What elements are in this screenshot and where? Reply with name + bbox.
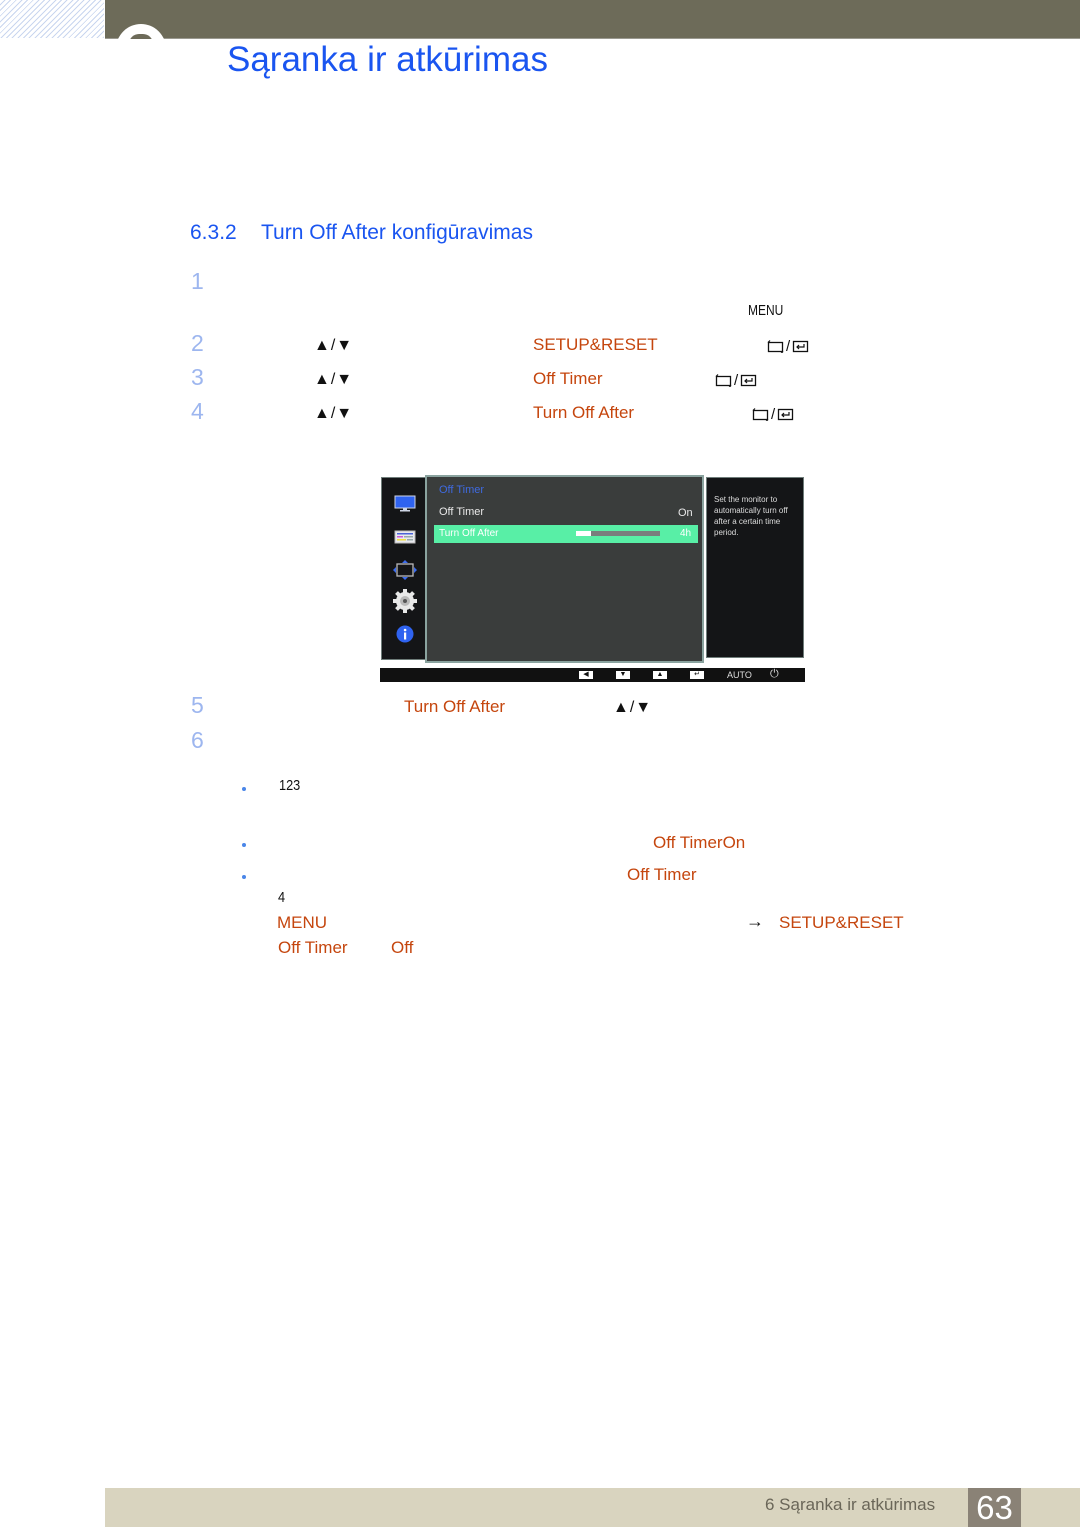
up-down-arrows-icon: ▲/▼ bbox=[314, 371, 354, 388]
osd-row-turn-off-after-label: Turn Off After bbox=[439, 528, 499, 539]
step-number: 2 bbox=[191, 330, 204, 356]
footer-chapter-label: 6 Sąranka ir atkūrimas bbox=[765, 1495, 936, 1514]
slider-fill bbox=[576, 531, 592, 536]
osd-main-panel bbox=[425, 475, 704, 663]
note-bullet bbox=[242, 787, 246, 791]
note-hours: 4 bbox=[278, 889, 286, 906]
page-number: 63 bbox=[968, 1488, 1021, 1527]
enter-icon bbox=[778, 408, 794, 421]
step-number: 4 bbox=[191, 398, 204, 424]
osd-help-text: Set the monitor to automatically turn of… bbox=[714, 495, 788, 537]
position-icon bbox=[393, 560, 417, 580]
header-bar bbox=[105, 0, 1080, 38]
setup-gear-icon bbox=[393, 589, 417, 613]
note-off-timer: Off Timer bbox=[278, 938, 348, 957]
onscreen-display-icon bbox=[394, 530, 416, 544]
osd-sidebar bbox=[381, 477, 428, 660]
section-number: 6.3.2 bbox=[190, 221, 237, 244]
note-setup-reset: SETUP&RESET bbox=[779, 913, 904, 932]
step-number: 5 bbox=[191, 692, 204, 718]
note-menu: MENU bbox=[277, 913, 328, 932]
source-enter-buttons: / bbox=[767, 338, 809, 355]
menu-item-turn-off-after: Turn Off After bbox=[533, 403, 635, 422]
source-icon bbox=[752, 408, 769, 421]
step-number: 1 bbox=[191, 268, 204, 294]
osd-menu-heading: Off Timer bbox=[439, 484, 485, 496]
header-divider bbox=[105, 38, 1080, 39]
osd-row-turn-off-after-value: 4h bbox=[680, 528, 692, 539]
note-off-timer-on: Off TimerOn bbox=[653, 833, 746, 852]
header-hatch-decoration bbox=[0, 0, 104, 38]
section-title: Turn Off After konfigūravimas bbox=[261, 221, 533, 244]
page-title: Sąranka ir atkūrimas bbox=[227, 40, 548, 79]
information-icon bbox=[396, 625, 414, 643]
up-down-arrows-icon: ▲/▼ bbox=[613, 699, 653, 716]
power-icon[interactable]: ⏻ bbox=[770, 668, 779, 681]
source-enter-buttons: / bbox=[715, 372, 757, 389]
menu-item-setup-reset: SETUP&RESET bbox=[533, 335, 658, 354]
picture-icon bbox=[394, 495, 416, 512]
menu-item-off-timer: Off Timer bbox=[533, 369, 603, 388]
menu-key-label: MENU bbox=[748, 302, 784, 319]
note-bullet bbox=[242, 843, 246, 847]
down-key-icon[interactable]: ▼ bbox=[616, 671, 630, 679]
note-bullet bbox=[242, 875, 246, 879]
enter-icon bbox=[793, 340, 809, 353]
enter-key-icon[interactable]: ↵ bbox=[690, 671, 704, 679]
enter-icon bbox=[741, 374, 757, 387]
step-number: 6 bbox=[191, 727, 204, 753]
source-icon bbox=[715, 374, 732, 387]
up-key-icon[interactable]: ▲ bbox=[653, 671, 667, 679]
menu-item-turn-off-after: Turn Off After bbox=[404, 697, 506, 716]
osd-row-off-timer-label[interactable]: Off Timer bbox=[439, 506, 484, 518]
source-icon bbox=[767, 340, 784, 353]
source-enter-buttons: / bbox=[752, 406, 794, 423]
up-down-arrows-icon: ▲/▼ bbox=[314, 405, 354, 422]
note-off-timer: Off Timer bbox=[627, 865, 697, 884]
step-number: 3 bbox=[191, 364, 204, 390]
note-value: 123 bbox=[279, 777, 301, 794]
left-key-icon[interactable]: ◀ bbox=[579, 671, 593, 679]
arrow-right-icon: → bbox=[746, 911, 764, 931]
auto-key[interactable]: AUTO bbox=[727, 670, 752, 680]
turn-off-after-slider[interactable] bbox=[576, 531, 660, 536]
note-off: Off bbox=[391, 938, 414, 957]
up-down-arrows-icon: ▲/▼ bbox=[314, 337, 354, 354]
osd-row-off-timer-value: On bbox=[678, 507, 693, 519]
